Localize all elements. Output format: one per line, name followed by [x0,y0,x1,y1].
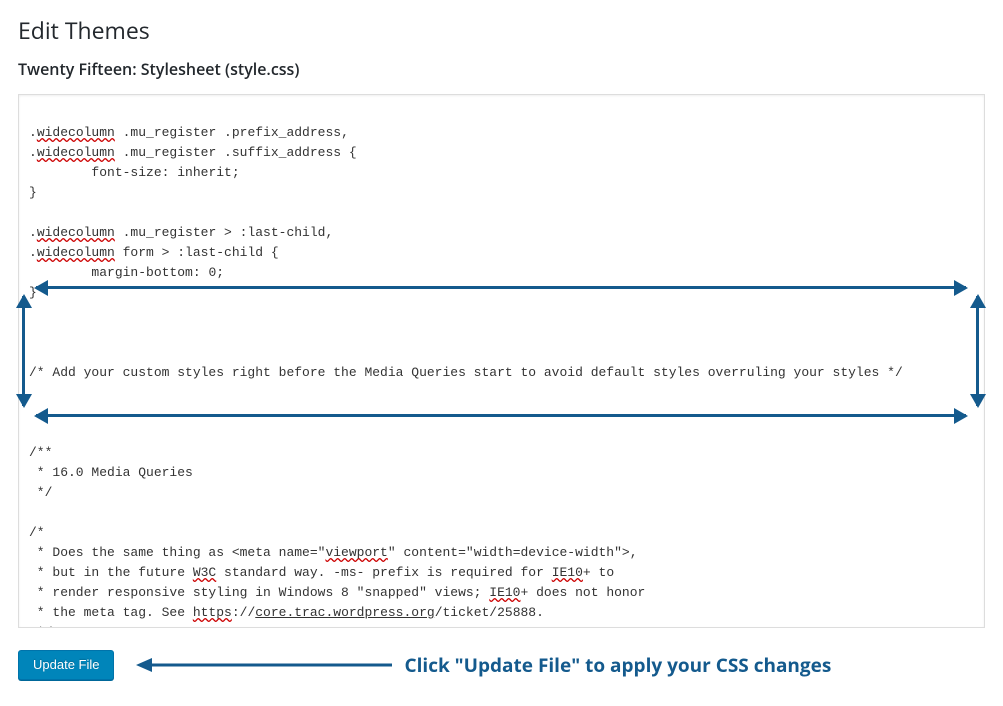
code-line[interactable]: } [29,183,974,203]
code-line[interactable]: font-size: inherit; [29,163,974,183]
code-line[interactable]: .widecolumn .mu_register > :last-child, [29,223,974,243]
file-subtitle: Twenty Fifteen: Stylesheet (style.css) [18,58,985,80]
code-line[interactable]: .widecolumn .mu_register .prefix_address… [29,123,974,143]
code-line[interactable]: /* Add your custom styles right before t… [29,363,974,383]
code-line[interactable] [29,343,974,363]
code-line[interactable]: margin-bottom: 0; [29,263,974,283]
code-line[interactable] [29,503,974,523]
code-content[interactable]: .widecolumn .mu_register .prefix_address… [29,103,974,628]
code-line[interactable]: .widecolumn .mu_register .suffix_address… [29,143,974,163]
code-line[interactable] [29,103,974,123]
code-line[interactable]: /* [29,523,974,543]
code-line[interactable]: * 16.0 Media Queries [29,463,974,483]
code-line[interactable] [29,423,974,443]
code-line[interactable]: * the meta tag. See https://core.trac.wo… [29,603,974,623]
code-line[interactable] [29,323,974,343]
code-line[interactable]: } [29,283,974,303]
footer-row: Update File Click "Update File" to apply… [18,628,985,680]
update-file-button[interactable]: Update File [18,650,114,680]
annotation-hint-text: Click "Update File" to apply your CSS ch… [404,652,831,678]
code-line[interactable]: * Does the same thing as <meta name="vie… [29,543,974,563]
code-line[interactable]: /** [29,443,974,463]
editor-container: .widecolumn .mu_register .prefix_address… [18,94,985,628]
code-editor[interactable]: .widecolumn .mu_register .prefix_address… [18,94,985,628]
code-line[interactable] [29,403,974,423]
code-line[interactable]: */ [29,483,974,503]
code-line[interactable]: */ [29,623,974,628]
code-line[interactable] [29,303,974,323]
code-line[interactable] [29,203,974,223]
code-line[interactable]: * render responsive styling in Windows 8… [29,583,974,603]
page-title: Edit Themes [18,14,985,46]
code-line[interactable]: .widecolumn form > :last-child { [29,243,974,263]
code-line[interactable] [29,383,974,403]
code-line[interactable]: * but in the future W3C standard way. -m… [29,563,974,583]
annotation-button-arrow [134,664,384,666]
